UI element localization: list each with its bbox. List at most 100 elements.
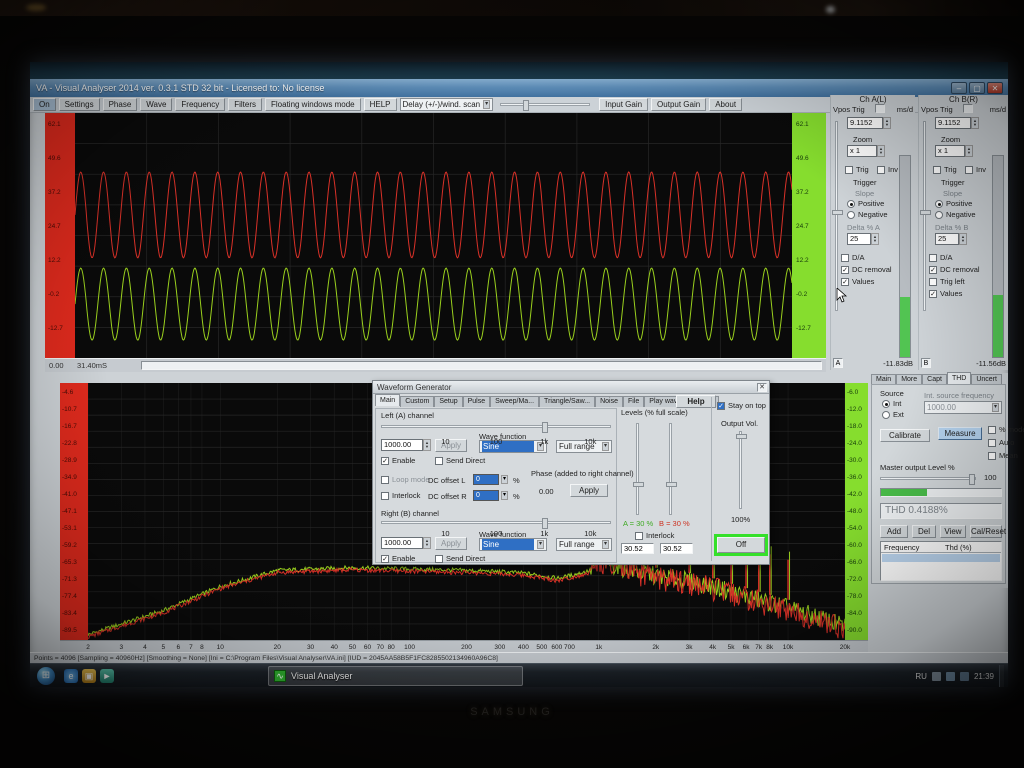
delta-spinner[interactable]: 25▲▼ xyxy=(935,233,967,245)
wg-interlock-checkbox[interactable]: Interlock xyxy=(381,491,420,500)
thd-cal-reset-button[interactable]: Cal/Reset xyxy=(970,525,1002,538)
chevron-down-icon[interactable]: ▾ xyxy=(501,491,508,500)
wg-left-enable-checkbox[interactable]: ✓Enable xyxy=(381,456,415,465)
spinner-arrows-icon[interactable]: ▲▼ xyxy=(423,439,431,451)
zoom-spinner[interactable]: x 1▲▼ xyxy=(935,145,973,157)
scope-plot[interactable] xyxy=(75,113,792,358)
wg-right-apply-button[interactable]: Apply xyxy=(435,537,467,550)
wg-level-b-handle[interactable] xyxy=(666,482,677,487)
thd-source-int-radio[interactable]: Int xyxy=(882,399,901,408)
thd-mean-checkbox[interactable]: Mean xyxy=(988,451,1018,460)
wg-right-wave-combo[interactable]: Sine ▾ xyxy=(479,538,547,551)
wg-left-freq-handle[interactable] xyxy=(542,422,548,433)
thd-measure-button[interactable]: Measure xyxy=(938,427,982,440)
toolbar-button-help[interactable]: HELP xyxy=(364,98,397,111)
wg-phase-apply-button[interactable]: Apply xyxy=(570,484,608,497)
spinner-arrows-icon[interactable]: ▲▼ xyxy=(883,117,891,129)
ypos-slider[interactable] xyxy=(835,121,838,311)
waveform-generator-dialog[interactable]: Waveform Generator ✕ MainCustomSetupPuls… xyxy=(372,380,770,565)
taskbar-app-button[interactable]: ∿ Visual Analyser xyxy=(268,666,523,686)
wg-right-send-direct-checkbox[interactable]: Send Direct xyxy=(435,554,485,563)
wg-loop-mode-checkbox[interactable]: Loop mode xyxy=(381,475,430,484)
internet-explorer-icon[interactable]: e xyxy=(64,669,78,683)
wg-level-b-field[interactable]: 30.52 xyxy=(660,543,693,554)
trig-icon-button[interactable] xyxy=(963,104,973,113)
d-a-checkbox[interactable]: D/A xyxy=(841,253,865,262)
wg-level-a-handle[interactable] xyxy=(633,482,644,487)
values-checkbox[interactable]: ✓Values xyxy=(929,289,962,298)
thd-auto-checkbox[interactable]: Auto xyxy=(988,438,1014,447)
wg-left-apply-button[interactable]: Apply xyxy=(435,439,467,452)
wavegen-tab-file[interactable]: File xyxy=(623,396,644,407)
network-icon[interactable] xyxy=(946,672,955,681)
wg-output-vol-slider[interactable] xyxy=(739,431,742,509)
wavegen-tab-noise[interactable]: Noise xyxy=(595,396,623,407)
wg-dc-l-combo[interactable]: 0 xyxy=(473,474,499,485)
wg-stay-on-top-checkbox[interactable]: ✓Stay on top xyxy=(717,401,766,410)
toolbar-button-frequency[interactable]: Frequency xyxy=(175,98,225,111)
wg-level-b-slider[interactable] xyxy=(669,423,672,515)
show-desktop-button[interactable] xyxy=(999,665,1004,687)
wg-right-freq-slider[interactable] xyxy=(381,521,611,524)
wg-right-enable-checkbox[interactable]: ✓Enable xyxy=(381,554,415,563)
wavegen-tab-custom[interactable]: Custom xyxy=(400,396,434,407)
slope-negative-radio[interactable]: Negative xyxy=(847,210,888,219)
trig-icon-button[interactable] xyxy=(875,104,885,113)
wg-level-a-field[interactable]: 30.52 xyxy=(621,543,654,554)
slope-positive-radio[interactable]: Positive xyxy=(847,199,884,208)
language-indicator[interactable]: RU xyxy=(915,672,927,681)
explorer-folder-icon[interactable]: ▣ xyxy=(82,669,96,683)
delta-spinner[interactable]: 25▲▼ xyxy=(847,233,879,245)
volume-icon[interactable] xyxy=(960,672,969,681)
thd-view-button[interactable]: View xyxy=(940,525,966,538)
wavegen-tab-setup[interactable]: Setup xyxy=(434,396,462,407)
wavegen-tab-pulse[interactable]: Pulse xyxy=(463,396,491,407)
wavegen-tab-sweep-ma-[interactable]: Sweep/Ma... xyxy=(490,396,539,407)
ypos-slider-handle[interactable] xyxy=(832,210,843,215)
thd--mode-checkbox[interactable]: % mode xyxy=(988,425,1024,434)
wg-right-range-combo[interactable]: Full range ▾ xyxy=(556,538,612,551)
spinner-arrows-icon[interactable]: ▲▼ xyxy=(871,233,879,245)
values-checkbox[interactable]: ✓Values xyxy=(841,277,874,286)
toolbar-button-filters[interactable]: Filters xyxy=(228,98,262,111)
spinner-arrows-icon[interactable]: ▲▼ xyxy=(423,537,431,549)
wavegen-tab-main[interactable]: Main xyxy=(375,394,400,406)
toolbar-button-on[interactable]: On xyxy=(33,98,56,111)
toolbar-slider-handle[interactable] xyxy=(523,100,529,111)
wavegen-help-button[interactable]: Help xyxy=(676,395,716,408)
start-button[interactable]: ⊞ xyxy=(37,667,55,685)
timediv-spinner[interactable]: 9.1152▲▼ xyxy=(847,117,891,129)
toolbar-button-settings[interactable]: Settings xyxy=(59,98,100,111)
timediv-spinner[interactable]: 9.1152▲▼ xyxy=(935,117,979,129)
clock[interactable]: 21:39 xyxy=(974,672,994,681)
chevron-down-icon[interactable]: ▾ xyxy=(501,475,508,484)
spinner-arrows-icon[interactable]: ▲▼ xyxy=(971,117,979,129)
spinner-arrows-icon[interactable]: ▲▼ xyxy=(877,145,885,157)
dc-removal-checkbox[interactable]: ✓DC removal xyxy=(841,265,892,274)
toolbar-button-floating-windows-mode[interactable]: Floating windows mode xyxy=(265,98,361,111)
toolbar-button-about[interactable]: About xyxy=(709,98,742,111)
trig-left-checkbox[interactable]: Trig left xyxy=(929,277,965,286)
toolbar-button-phase[interactable]: Phase xyxy=(103,98,138,111)
wg-level-a-slider[interactable] xyxy=(636,423,639,515)
wg-left-freq-slider[interactable] xyxy=(381,425,611,428)
thd-add-button[interactable]: Add xyxy=(880,525,908,538)
slope-positive-radio[interactable]: Positive xyxy=(935,199,972,208)
zoom-spinner[interactable]: x 1▲▼ xyxy=(847,145,885,157)
media-player-icon[interactable]: ► xyxy=(100,669,114,683)
dc-removal-checkbox[interactable]: ✓DC removal xyxy=(929,265,980,274)
thd-table-selected-row[interactable] xyxy=(882,554,1000,562)
toolbar-button-input-gain[interactable]: Input Gain xyxy=(599,98,648,111)
wg-left-freq-spin[interactable]: 1000.00 ▲▼ xyxy=(381,439,431,451)
thd-del-button[interactable]: Del xyxy=(912,525,936,538)
trig-checkbox[interactable]: Trig xyxy=(845,165,869,174)
ypos-slider-handle[interactable] xyxy=(920,210,931,215)
thd-master-slider[interactable] xyxy=(880,477,976,480)
toolbar-button-wave[interactable]: Wave xyxy=(140,98,172,111)
close-button[interactable]: ✕ xyxy=(987,82,1003,94)
wg-levels-interlock-checkbox[interactable]: Interlock xyxy=(635,531,674,540)
delay-combo[interactable]: Delay (+/-)/wind. scan ▾ xyxy=(400,98,494,111)
inv-checkbox[interactable]: Inv xyxy=(877,165,898,174)
d-a-checkbox[interactable]: D/A xyxy=(929,253,953,262)
inv-checkbox[interactable]: Inv xyxy=(965,165,986,174)
